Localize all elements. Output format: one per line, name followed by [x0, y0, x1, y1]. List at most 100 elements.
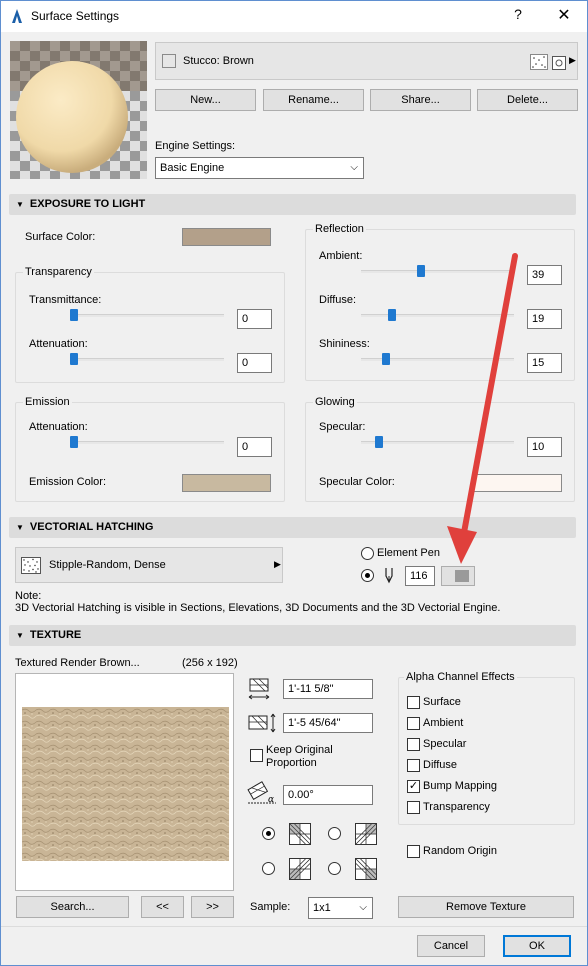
surface-swatch [162, 54, 176, 68]
specular-color-label: Specular Color: [319, 476, 395, 488]
alpha-specular-checkbox[interactable] [407, 738, 420, 751]
attenuation-input[interactable]: 0 [237, 353, 272, 373]
ok-button[interactable]: OK [503, 935, 571, 957]
texture-width-input[interactable]: 1'-11 5/8" [283, 679, 373, 699]
engine-settings-label: Engine Settings: [155, 140, 236, 152]
close-button[interactable]: ✕ [551, 5, 577, 27]
origin-radio-1[interactable] [262, 827, 275, 840]
emission-attenuation-input[interactable]: 0 [237, 437, 272, 457]
help-button[interactable]: ? [506, 6, 530, 28]
remove-texture-button[interactable]: Remove Texture [398, 896, 574, 918]
transmittance-thumb[interactable] [70, 309, 78, 321]
surface-color-swatch[interactable] [182, 228, 271, 246]
section-texture-title: TEXTURE [29, 629, 82, 641]
alpha-diffuse-checkbox[interactable] [407, 759, 420, 772]
transmittance-input[interactable]: 0 [237, 309, 272, 329]
emission-attenuation-slider[interactable] [71, 441, 224, 444]
shininess-thumb[interactable] [382, 353, 390, 365]
rename-button[interactable]: Rename... [263, 89, 364, 111]
note-title: Note: [15, 590, 42, 602]
surface-selector[interactable]: Stucco: Brown ▶ [155, 42, 578, 80]
window-title: Surface Settings [31, 9, 120, 23]
surface-name: Stucco: Brown [183, 55, 254, 67]
transmittance-slider[interactable] [71, 314, 224, 317]
origin-radio-2[interactable] [328, 827, 341, 840]
attenuation-label: Attenuation: [29, 338, 88, 350]
alpha-ambient-label: Ambient [423, 717, 464, 729]
svg-text:α: α [268, 795, 274, 805]
next-texture-button[interactable]: >> [191, 896, 234, 918]
section-texture-header[interactable]: ▼ TEXTURE [9, 625, 576, 646]
alpha-bump-mapping-checkbox[interactable]: ✓ [407, 780, 420, 793]
transmittance-label: Transmittance: [29, 294, 102, 306]
share-button[interactable]: Share... [370, 89, 471, 111]
element-pen-label: Element Pen [377, 547, 440, 559]
chevron-down-icon: ⌵ [359, 902, 367, 913]
emission-title: Emission [23, 396, 72, 408]
archicad-app-icon [12, 9, 22, 23]
origin-radio-3[interactable] [262, 862, 275, 875]
hatch-pattern-selector[interactable]: Stipple-Random, Dense ▶ [15, 547, 283, 583]
specular-thumb[interactable] [375, 436, 383, 448]
origin-bottom-left-icon [289, 858, 311, 880]
element-pen-radio[interactable] [361, 547, 374, 560]
reflection-title: Reflection [313, 223, 366, 235]
custom-pen-radio[interactable] [361, 569, 374, 582]
delete-button[interactable]: Delete... [477, 89, 578, 111]
prev-texture-button[interactable]: << [141, 896, 184, 918]
hatch-arrow-icon: ▶ [274, 559, 281, 569]
sample-label: Sample: [250, 901, 291, 913]
sample-select[interactable]: 1x1 ⌵ [308, 897, 373, 919]
alpha-surface-label: Surface [423, 696, 461, 708]
shininess-input[interactable]: 15 [527, 353, 562, 373]
texture-lock-icon [552, 56, 566, 70]
glowing-title: Glowing [313, 396, 357, 408]
cancel-button[interactable]: Cancel [417, 935, 485, 957]
new-button[interactable]: New... [155, 89, 256, 111]
alpha-transparency-checkbox[interactable] [407, 801, 420, 814]
search-texture-button[interactable]: Search... [16, 896, 129, 918]
emission-attenuation-thumb[interactable] [70, 436, 78, 448]
texture-width-icon [248, 678, 270, 700]
engine-select[interactable]: Basic Engine ⌵ [155, 157, 364, 179]
pen-number-input[interactable]: 116 [405, 566, 435, 586]
texture-height-input[interactable]: 1'-5 45/64" [283, 713, 373, 733]
texture-name: Textured Render Brown... [15, 657, 140, 669]
section-exposure-header[interactable]: ▼ EXPOSURE TO LIGHT [9, 194, 576, 215]
surface-color-label: Surface Color: [25, 231, 96, 243]
diffuse-thumb[interactable] [388, 309, 396, 321]
emission-color-label: Emission Color: [29, 476, 107, 488]
keep-proportion-checkbox[interactable] [250, 749, 263, 762]
stipple-icon [530, 54, 548, 70]
ambient-input[interactable]: 39 [527, 265, 562, 285]
chevron-down-icon: ⌵ [350, 162, 358, 173]
alpha-surface-checkbox[interactable] [407, 696, 420, 709]
emission-color-swatch[interactable] [182, 474, 271, 492]
stipple-pattern-icon [21, 557, 41, 574]
alpha-ambient-checkbox[interactable] [407, 717, 420, 730]
texture-preview-image [22, 707, 229, 861]
surface-arrow-icon[interactable]: ▶ [569, 55, 576, 66]
texture-size: (256 x 192) [182, 657, 238, 669]
specular-input[interactable]: 10 [527, 437, 562, 457]
engine-select-value: Basic Engine [160, 162, 225, 174]
diffuse-input[interactable]: 19 [527, 309, 562, 329]
specular-label: Specular: [319, 421, 366, 433]
annotation-arrow [447, 253, 518, 564]
texture-angle-input[interactable]: 0.00° [283, 785, 373, 805]
section-exposure-title: EXPOSURE TO LIGHT [29, 198, 146, 210]
origin-radio-4[interactable] [328, 862, 341, 875]
ambient-thumb[interactable] [417, 265, 425, 277]
diffuse-label: Diffuse: [319, 294, 357, 306]
transparency-title: Transparency [23, 266, 94, 278]
origin-top-right-icon [355, 823, 377, 845]
random-origin-checkbox[interactable] [407, 845, 420, 858]
alpha-diffuse-label: Diffuse [423, 759, 458, 771]
texture-height-icon [248, 713, 276, 733]
shininess-label: Shininess: [319, 338, 370, 350]
alpha-specular-label: Specular [423, 738, 467, 750]
surface-settings-dialog: Surface Settings ? ✕ Stucco: Brown ▶ New… [0, 0, 588, 966]
attenuation-slider[interactable] [71, 358, 224, 361]
footer-divider [1, 926, 587, 927]
attenuation-thumb[interactable] [70, 353, 78, 365]
